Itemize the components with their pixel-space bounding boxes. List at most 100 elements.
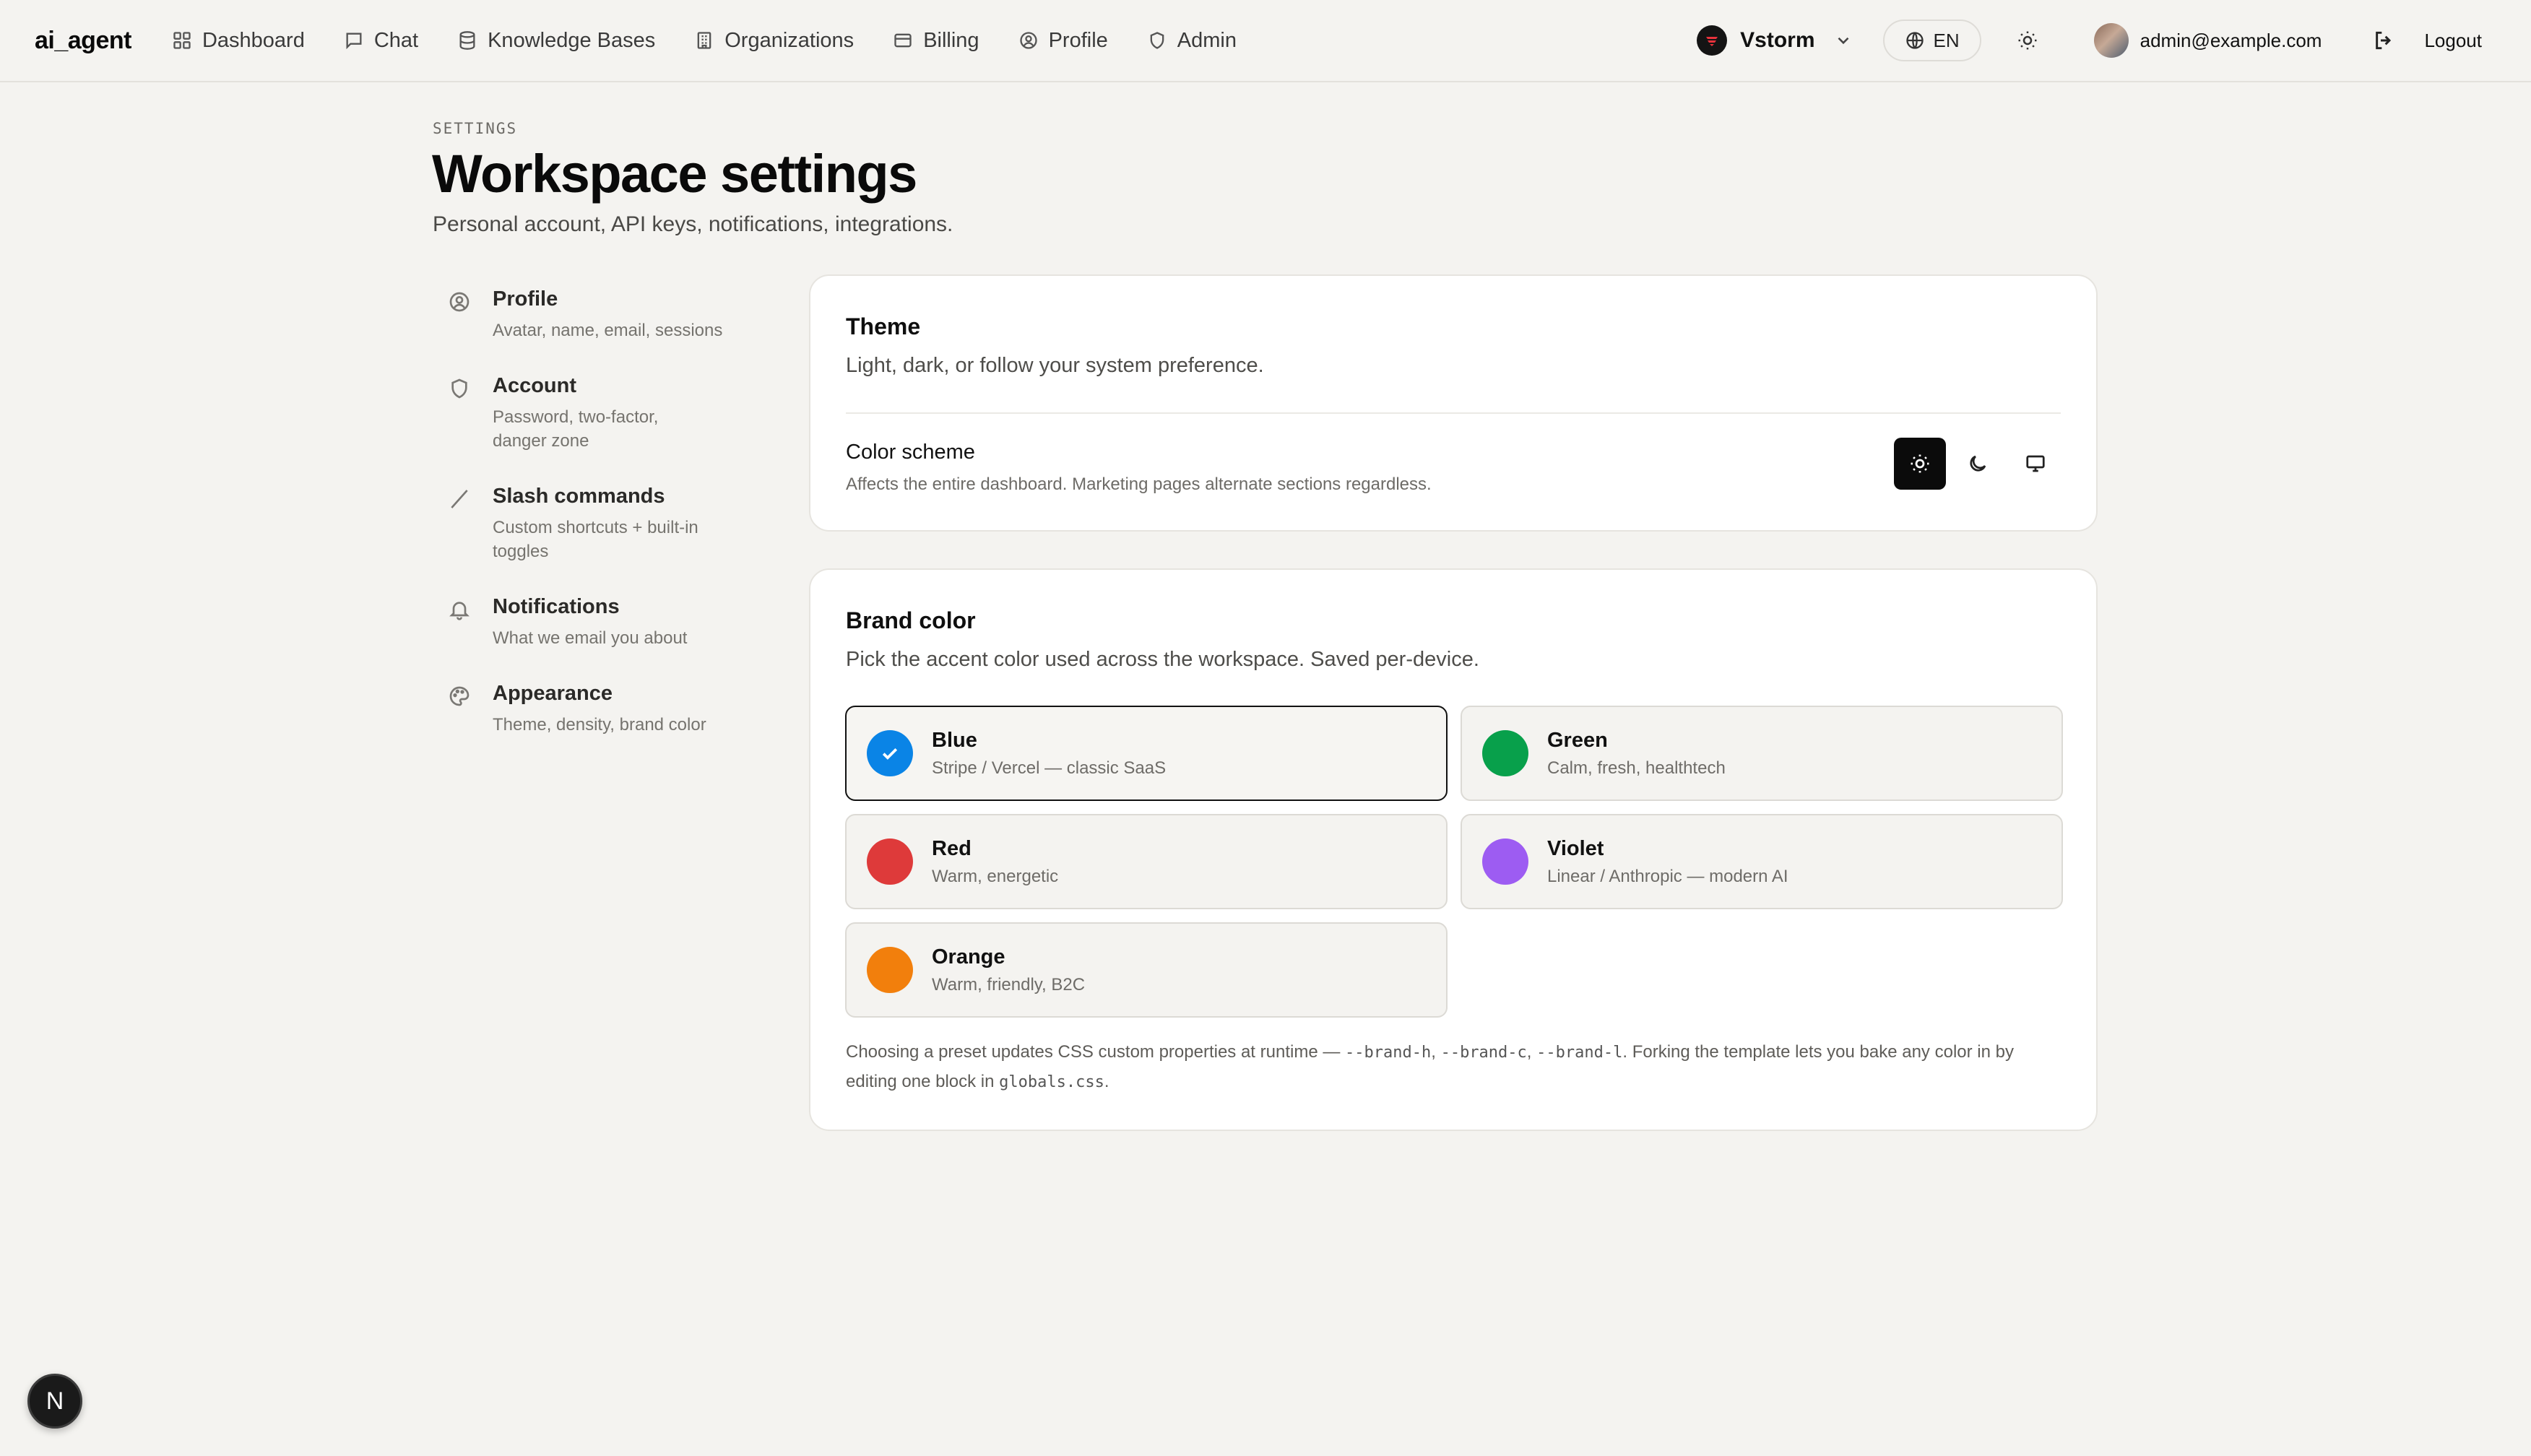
org-logo-icon [1697,25,1728,56]
moon-icon [1967,453,1989,474]
language-switcher[interactable]: EN [1882,20,1981,61]
avatar [2093,23,2129,58]
user-email: admin@example.com [2140,29,2322,51]
footnote-text: . [1104,1072,1109,1091]
footnote-text: Choosing a preset updates CSS custom pro… [846,1042,1346,1062]
theme-card-title: Theme [846,313,921,339]
brand-option-violet[interactable]: Violet Linear / Anthropic — modern AI [1461,814,2063,909]
brand-color-title: Brand color [846,607,976,633]
sun-icon [2017,30,2038,51]
nav-chat-label: Chat [373,28,419,52]
org-switcher[interactable]: Vstorm [1697,25,1852,56]
app-logo[interactable]: ai_agent [35,27,131,55]
user-menu[interactable]: admin@example.com [2093,23,2322,58]
nav-dashboard-label: Dashboard [202,28,305,52]
grid-icon [172,30,192,51]
settings-sidebar: Profile Avatar, name, email, sessions Ac… [448,287,751,768]
brand-option-name: Orange [932,945,1005,968]
sidebar-item-desc: Password, two-factor, danger zone [493,407,659,451]
footnote-text: , [1526,1042,1537,1062]
nav-right: Vstorm EN admin@example.com Logout [1697,20,2496,61]
check-icon [882,748,898,760]
slash-icon [448,488,471,511]
top-navigation: ai_agent Dashboard Chat Knowledge Bases … [0,0,2531,82]
dev-tools-badge[interactable]: N [27,1374,82,1429]
theme-toggle-button[interactable] [2013,26,2042,55]
brand-color-options: Blue Stripe / Vercel — classic SaaS Gree… [845,706,2063,1018]
brand-option-blue[interactable]: Blue Stripe / Vercel — classic SaaS [845,706,1448,801]
brand-option-desc: Warm, friendly, B2C [932,974,1086,994]
nav-billing[interactable]: Billing [893,29,979,53]
brand-option-name: Green [1547,728,1608,752]
database-icon [457,30,477,51]
sidebar-item-appearance[interactable]: Appearance Theme, density, brand color [448,682,751,737]
css-var-brand-h: --brand-h [1345,1044,1432,1062]
css-var-brand-c: --brand-c [1440,1044,1527,1062]
sidebar-item-account[interactable]: Account Password, two-factor, danger zon… [448,374,751,453]
nav-billing-label: Billing [923,28,979,52]
nav-profile[interactable]: Profile [1018,29,1108,53]
logout-button[interactable]: Logout [2372,29,2482,52]
page-subtitle: Personal account, API keys, notification… [433,212,953,236]
sidebar-item-desc: Custom shortcuts + built-in toggles [493,518,698,561]
nav-dashboard[interactable]: Dashboard [172,29,305,53]
sidebar-item-title: Slash commands [493,485,665,508]
shield-icon [1147,30,1167,51]
sidebar-item-desc: Theme, density, brand color [493,715,706,734]
nav-chat[interactable]: Chat [344,29,418,53]
nav-profile-label: Profile [1048,28,1108,52]
nav-organizations-label: Organizations [724,28,855,52]
brand-option-name: Blue [932,728,977,752]
nav-admin[interactable]: Admin [1147,29,1237,53]
brand-option-desc: Stripe / Vercel — classic SaaS [932,758,1167,778]
user-circle-icon [1018,30,1039,51]
sidebar-item-profile[interactable]: Profile Avatar, name, email, sessions [448,287,751,342]
brand-option-name: Red [932,836,972,860]
color-scheme-label: Color scheme [846,441,975,464]
nav-knowledge-bases[interactable]: Knowledge Bases [457,29,655,53]
sidebar-item-desc: What we email you about [493,628,688,648]
globals-css-file: globals.css [999,1073,1104,1091]
sun-icon [1909,453,1931,474]
brand-option-desc: Warm, energetic [932,866,1059,886]
sidebar-item-slash-commands[interactable]: Slash commands Custom shortcuts + built-… [448,485,751,563]
brand-option-red[interactable]: Red Warm, energetic [845,814,1448,909]
logout-label: Logout [2424,29,2482,51]
chevron-down-icon [1838,37,1848,45]
color-dot [1482,730,1528,776]
user-circle-icon [448,290,471,313]
sidebar-item-notifications[interactable]: Notifications What we email you about [448,595,751,650]
nav-organizations[interactable]: Organizations [694,29,854,53]
brand-color-card: Brand color Pick the accent color used a… [809,568,2098,1131]
brand-color-desc: Pick the accent color used across the wo… [846,648,1479,671]
color-scheme-toggle [1894,438,2061,490]
brand-option-name: Violet [1547,836,1604,860]
brand-option-orange[interactable]: Orange Warm, friendly, B2C [845,922,1448,1018]
sidebar-item-title: Profile [493,287,558,311]
bell-icon [448,598,471,621]
nav-admin-label: Admin [1177,28,1237,52]
page-title: Workspace settings [432,144,917,204]
color-dot [867,838,913,885]
color-scheme-desc: Affects the entire dashboard. Marketing … [846,474,1432,494]
sidebar-item-desc: Avatar, name, email, sessions [493,321,723,340]
css-var-brand-l: --brand-l [1536,1044,1623,1062]
brand-option-green[interactable]: Green Calm, fresh, healthtech [1461,706,2063,801]
monitor-icon [2025,453,2046,474]
sidebar-item-title: Appearance [493,682,613,705]
language-code: EN [1933,29,1960,51]
brand-color-footnote: Choosing a preset updates CSS custom pro… [846,1038,2067,1097]
org-name: Vstorm [1740,28,1815,52]
footnote-text: , [1431,1042,1441,1062]
main-nav: Dashboard Chat Knowledge Bases Organizat… [172,29,1237,53]
card-icon [893,30,913,51]
light-mode-button[interactable] [1894,438,1946,490]
brand-option-desc: Linear / Anthropic — modern AI [1547,866,1788,886]
dark-mode-button[interactable] [1952,438,2004,490]
globe-icon [1905,30,1925,51]
system-mode-button[interactable] [2009,438,2061,490]
color-dot [867,730,913,776]
theme-card-desc: Light, dark, or follow your system prefe… [846,354,1264,377]
palette-icon [448,685,471,708]
chat-icon [344,30,364,51]
